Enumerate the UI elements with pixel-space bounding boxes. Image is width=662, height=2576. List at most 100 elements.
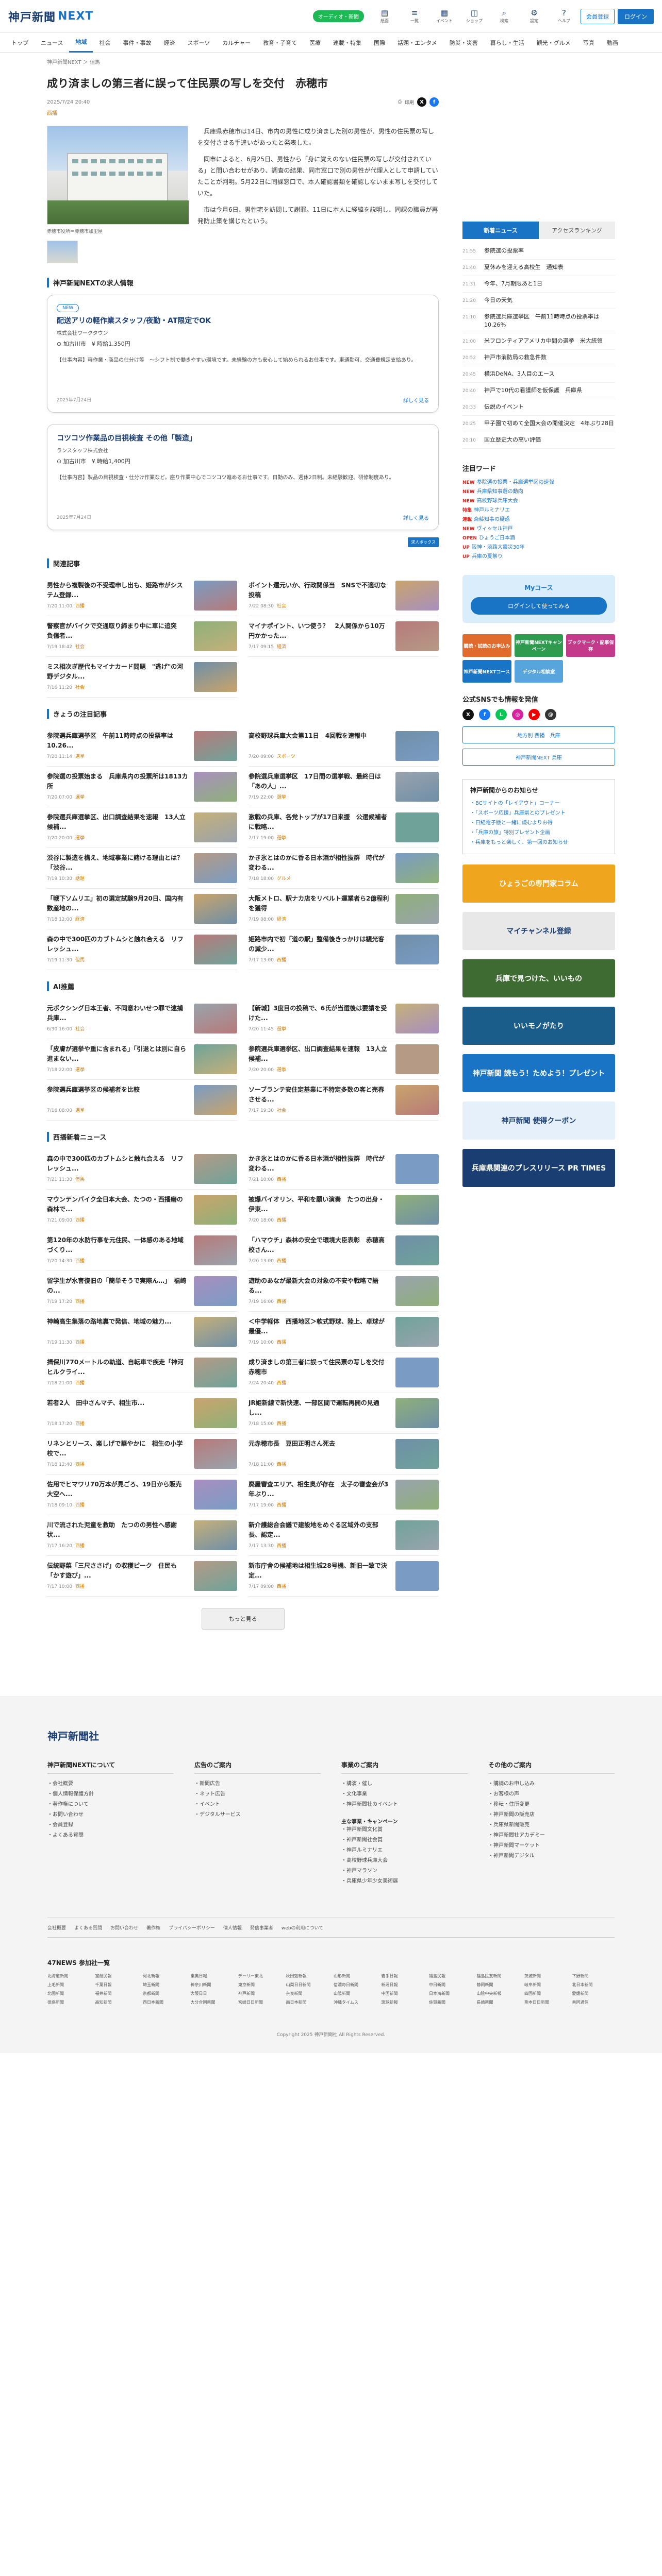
news-title[interactable]: 参院選兵庫選挙区 17日間の選挙戦、最終日は「あの人」... [249,772,390,791]
news-title[interactable]: 【新城】3度目の投稿で、6氏が当選後は要請を受けた... [249,1004,390,1023]
header-icon-item[interactable]: ⚙ 設定 [525,9,543,24]
news-category[interactable]: 西播 [75,1381,85,1386]
network-link[interactable]: デーリー東北 [238,1973,281,1979]
news-item[interactable]: ＜中学軽体 西播地区＞軟式野球、陸上、卓球が最優... 7/19 10:00 西播 [249,1312,439,1352]
network-link[interactable]: 神戸新聞 [238,1991,281,1996]
audio-badge[interactable]: オーディオ・新聞 [312,10,364,22]
banner-kobe-news[interactable]: 神戸新聞 読もう！ためよう！プレゼント [462,1054,615,1092]
footer-bar-link[interactable]: 個人情報 [223,1924,242,1931]
news-category[interactable]: 社会 [277,604,286,609]
network-link[interactable]: 熊本日日新聞 [524,1999,567,2005]
news-item[interactable]: 揖保川770メートルの軌道、自転車で疾走「神河ヒルクライ... 7/18 21:0… [47,1352,237,1393]
footer-link[interactable]: ・神戸マラソン [341,1866,468,1876]
news-item[interactable]: 廃屋審査エリア、相生奥が存在 太子の審査会が3年ぶり... 7/17 19:00 西… [249,1475,439,1515]
news-thumbnail[interactable] [194,1044,237,1074]
news-item[interactable]: 姫路市内で初「道の駅」整備後きっかけは観光客の減少... 7/17 13:00 西播 [249,929,439,970]
news-title[interactable]: 元赤穂市長 豆田正明さん死去 [249,1439,390,1459]
news-title[interactable]: 参院選兵庫選挙区の候補者を比較 [47,1085,189,1105]
rank-item[interactable]: 21:00 米フロンティアアメリカ中間の選挙 米大統領 [462,333,615,350]
network-link[interactable]: 秋田魁新報 [286,1973,329,1979]
news-title[interactable]: 成り済ましの第三者に誤って住民票の写しを交付 赤穂市 [249,1358,390,1377]
network-link[interactable]: 室蘭民報 [95,1973,138,1979]
news-category[interactable]: 西播 [75,1259,85,1264]
gnav-item[interactable]: 観光・グルメ [531,33,577,53]
news-title[interactable]: 警察官がバイクで交通取り締まり中に車に追突 負傷者... [47,621,189,641]
news-title[interactable]: 森の中で300匹のカブトムシと触れ合える リフレッシュ... [47,1154,189,1174]
news-title[interactable]: マイナポイント、いつ使う？ 2人関係から10万円かかった... [249,621,390,641]
news-item[interactable]: 大阪メトロ、駅ナカ店をリベルト運業者ら2億程利を獲得 7/19 08:00 経済 [249,889,439,929]
gnav-item[interactable]: トップ [5,33,35,53]
notice-link[interactable]: ・「兵庫の旅」特別プレゼント企画 [470,828,607,838]
header-icon-item[interactable]: ⌕ 検索 [495,9,514,24]
news-item[interactable]: 参院選兵庫選挙区 午前11時時点の投票率は10.26... 7/20 11:14 選… [47,726,237,767]
news-thumbnail[interactable] [395,1235,439,1265]
rank-title[interactable]: 夏休みを迎える高校生 通知表 [484,263,564,272]
news-item[interactable]: 参院選兵庫選挙区、出口調査結果を速報 13人立候補... 7/20 20:00 選挙 [249,1039,439,1080]
gnav-item[interactable]: 医療 [303,33,327,53]
rank-title[interactable]: 今日の天気 [484,296,512,305]
news-thumbnail[interactable] [194,1358,237,1387]
network-link[interactable]: 岐阜新聞 [524,1982,567,1988]
keyword-text[interactable]: 兵庫の夏祭り [472,554,503,560]
network-link[interactable]: 宮崎日日新聞 [238,1999,281,2005]
rank-title[interactable]: 参院選兵庫選挙区 午前11時時点の投票率は10.26％ [484,313,615,329]
news-thumbnail[interactable] [194,1439,237,1469]
rank-tab[interactable]: 新着ニュース [462,222,539,239]
news-category[interactable]: 西播 [277,1421,286,1427]
news-thumbnail[interactable] [395,1561,439,1591]
news-title[interactable]: 被爆バイオリン、平和を願い演奏 たつの出身・伊東... [249,1195,390,1214]
news-item[interactable]: ポイント還元いか、行政関係当 SNSで不適切な投稿 7/22 08:30 社会 [249,575,439,616]
footer-link[interactable]: ・神戸新聞社アカデミー [488,1831,615,1841]
banner-coupon[interactable]: 神戸新聞 使得クーポン [462,1101,615,1140]
network-link[interactable]: 京都新聞 [143,1991,186,1996]
rank-title[interactable]: 横浜DeNA、3人目のエース [484,370,554,379]
footer-bar-link[interactable]: webの利用について [282,1924,323,1931]
footer-bar-link[interactable]: 発信事業者 [250,1924,273,1931]
news-category[interactable]: グルメ [277,876,291,882]
keyword-text[interactable]: 神戸ルミナリエ [474,507,510,513]
news-title[interactable]: 元ボクシング日本王者、不同意わいせつ罪で逮捕 兵庫... [47,1004,189,1023]
news-title[interactable]: ソーブランテ安住定基業に不特定多数の客と売春させる... [249,1085,390,1105]
footer-link[interactable]: ・個人情報保護方針 [47,1789,174,1800]
news-category[interactable]: 西播 [277,1462,286,1467]
footer-link[interactable]: ・デジタルサービス [194,1810,321,1820]
news-category[interactable]: 社会 [277,1108,286,1113]
article-category[interactable]: 西播 [47,109,439,116]
footer-link[interactable]: ・お客様の声 [488,1789,615,1800]
news-thumbnail[interactable] [395,1398,439,1428]
news-title[interactable]: 新介護総合会議で建設地をめぐる区域外の支部長、認定... [249,1520,390,1540]
news-category[interactable]: 選挙 [277,1027,286,1032]
news-category[interactable]: 西播 [277,1503,286,1508]
rank-tab[interactable]: アクセスランキング [539,222,615,239]
network-link[interactable]: 山陽新聞 [334,1991,376,1996]
network-link[interactable]: 徳島新聞 [47,1999,90,2005]
news-category[interactable]: 社会 [75,685,85,690]
next-button[interactable]: 神戸新聞NEXT 兵庫 [462,749,615,766]
keyword-item[interactable]: 特集 神戸ルミナリエ [462,506,615,515]
network-link[interactable]: 山梨日日新聞 [286,1982,329,1988]
news-title[interactable]: 新市庁舎の候補地は相生城28号機、新旧一致で決定... [249,1561,390,1581]
gnav-item[interactable]: ニュース [35,33,69,53]
news-item[interactable]: ミス相次ぎ歴代もマイナカード問題 "逃げ"の河野デジタル... 7/16 11:2… [47,657,237,698]
rank-title[interactable]: 甲子園で初めて全国大会の開催決定 4年ぶり28日 [484,419,614,428]
news-item[interactable]: 参院選兵庫選挙区の候補者を比較 7/16 08:00 選挙 [47,1080,237,1121]
footer-link[interactable]: ・文化事業 [341,1789,468,1800]
rank-item[interactable]: 20:25 甲子園で初めて全国大会の開催決定 4年ぶり28日 [462,416,615,432]
network-link[interactable]: 福島民報 [429,1973,472,1979]
network-link[interactable]: 沖縄タイムス [334,1999,376,2005]
news-title[interactable]: 遊助のあなが最新大会の対象の不安や戦略で語る... [249,1276,390,1296]
news-item[interactable]: 若者2人 田中さんマチ、相生市... 7/18 17:20 西播 [47,1393,237,1434]
job-sponsor-label[interactable]: 求人ボックス [408,537,439,547]
news-item[interactable]: 警察官がバイクで交通取り締まり中に車に追突 負傷者... 7/19 18:42 社会 [47,616,237,657]
footer-bar-link[interactable]: よくある質問 [74,1924,102,1931]
news-category[interactable]: 西播 [75,1544,85,1549]
network-link[interactable]: 奈良新聞 [286,1991,329,1996]
keyword-item[interactable]: NEW 高校野球兵庫大会 [462,497,615,506]
rank-item[interactable]: 21:55 参院選の投票率 [462,243,615,260]
news-category[interactable]: 西播 [277,1544,286,1549]
news-thumbnail[interactable] [395,731,439,761]
news-category[interactable]: 西播 [75,1299,85,1304]
news-thumbnail[interactable] [194,853,237,883]
news-category[interactable]: 西播 [277,958,286,963]
network-link[interactable]: 茨城新聞 [524,1973,567,1979]
